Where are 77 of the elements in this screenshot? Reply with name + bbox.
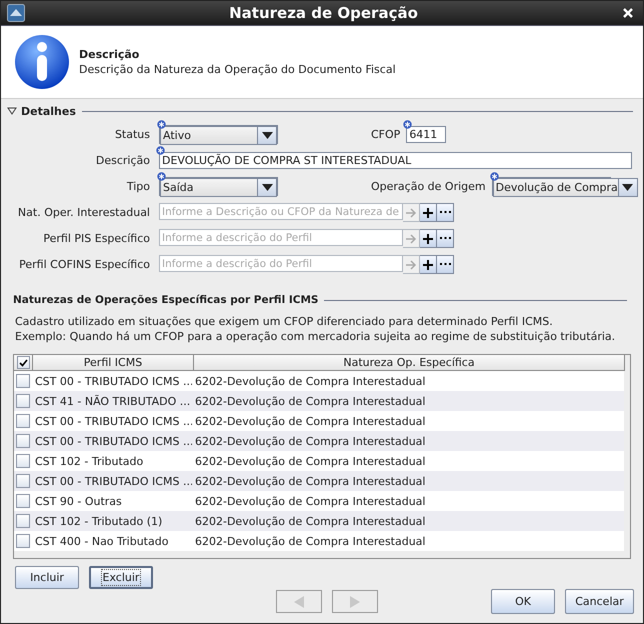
row-checkbox[interactable]	[16, 394, 30, 408]
row-checkbox[interactable]	[16, 434, 30, 448]
table-cell-text: CST 00 - TRIBUTADO ICMS ...	[34, 474, 192, 488]
table-cell-text: CST 00 - TRIBUTADO ICMS ...	[34, 414, 192, 428]
table-cell-text: 6202-Devolução de Compra Interestadual	[194, 494, 426, 508]
dialog-button[interactable]: Cancelar	[565, 589, 634, 614]
header-title: Descrição	[79, 48, 140, 61]
row-checkbox[interactable]	[16, 494, 30, 508]
column-header[interactable]: Perfil ICMS	[33, 355, 194, 370]
more-button[interactable]	[437, 255, 454, 274]
table-cell-text: 6202-Devolução de Compra Interestadual	[194, 394, 426, 408]
field-label: Tipo	[126, 180, 150, 193]
arrow-icon	[405, 234, 417, 244]
table-cell-text: CST 102 - Tributado	[34, 454, 144, 468]
arrow-icon	[405, 208, 417, 218]
arrow-icon	[405, 260, 417, 270]
table-cell-text: 6202-Devolução de Compra Interestadual	[194, 434, 426, 448]
field-label: CFOP	[371, 128, 400, 141]
section-title[interactable]: Detalhes	[21, 104, 76, 118]
table-cell-text: 6202-Devolução de Compra Interestadual	[194, 414, 426, 428]
window-title: Natureza de Operação	[228, 4, 419, 22]
more-button[interactable]	[437, 203, 454, 222]
dropdown-arrow-icon	[622, 184, 634, 191]
plus-icon	[423, 234, 433, 244]
dropdown[interactable]: Saída	[160, 178, 277, 197]
table-cell-text: CST 00 - TRIBUTADO ICMS ...	[34, 434, 192, 448]
description-text: Cadastro utilizado em situações que exigem um CFOP diferenciado para determinado Perfil ICMS. Exemplo: Quando há um CFOP para a operação com mercadoria sujeita ao regime de substituição tributária.	[15, 314, 616, 344]
row-checkbox[interactable]	[16, 374, 30, 388]
table-cell-text: CST 00 - TRIBUTADO ICMS ...	[34, 374, 192, 388]
table-cell-text: 6202-Devolução de Compra Interestadual	[194, 454, 426, 468]
action-button[interactable]: Incluir	[15, 566, 79, 589]
plus-icon	[423, 260, 433, 270]
table-cell-text: 6202-Devolução de Compra Interestadual	[194, 474, 426, 488]
field-label: Perfil COFINS Específico	[18, 258, 150, 271]
header-subtitle: Descrição da Natureza da Operação do Documento Fiscal	[79, 63, 396, 76]
action-button[interactable]: Excluir	[89, 566, 153, 589]
row-checkbox[interactable]	[16, 514, 30, 528]
text-field[interactable]: DEVOLUÇÃO DE COMPRA ST INTERESTADUAL	[159, 152, 632, 169]
table-cell-text: 6202-Devolução de Compra Interestadual	[194, 374, 426, 388]
field-label: Perfil PIS Específico	[42, 232, 150, 245]
table-cell-text: CST 41 - NÃO TRIBUTADO ...	[34, 394, 192, 408]
info-icon	[14, 34, 70, 90]
table-cell-text: CST 400 - Nao Tributado	[34, 534, 170, 548]
close-icon[interactable]	[622, 7, 634, 19]
left-arrow-icon	[294, 596, 304, 608]
dropdown[interactable]: Ativo	[160, 126, 277, 145]
ellipsis-icon	[440, 237, 450, 240]
field-label: Operação de Origem	[371, 180, 486, 193]
row-checkbox[interactable]	[16, 454, 30, 468]
collapse-icon[interactable]	[7, 107, 17, 115]
field-label: Descrição	[94, 154, 150, 167]
row-checkbox[interactable]	[16, 414, 30, 428]
app-icon[interactable]	[7, 4, 25, 22]
ellipsis-icon	[440, 263, 450, 266]
dropdown-arrow-icon	[262, 184, 272, 191]
select-all-checkbox[interactable]	[16, 356, 30, 369]
field-label: Status	[114, 128, 150, 141]
plus-icon	[423, 208, 433, 218]
table-cell-text: 6202-Devolução de Compra Interestadual	[194, 514, 426, 528]
add-button[interactable]	[420, 203, 437, 222]
dropdown[interactable]: Devolução de Compra	[492, 178, 638, 197]
add-button[interactable]	[420, 255, 437, 274]
dialog-button[interactable]: OK	[491, 589, 555, 614]
dropdown-arrow-icon	[262, 132, 272, 139]
table-cell-text: 6202-Devolução de Compra Interestadual	[194, 534, 426, 548]
more-button[interactable]	[437, 229, 454, 248]
section-title: Naturezas de Operações Específicas por Perfil ICMS	[13, 294, 318, 306]
ellipsis-icon	[440, 211, 450, 214]
table-cell-text: CST 90 - Outras	[34, 494, 123, 508]
text-field[interactable]: 6411	[406, 126, 446, 143]
row-checkbox[interactable]	[16, 534, 30, 548]
table-cell-text: CST 102 - Tributado (1)	[34, 514, 164, 528]
right-arrow-icon	[350, 596, 360, 608]
column-header[interactable]: Natureza Op. Específica	[194, 355, 625, 370]
field-label: Nat. Oper. Interestadual	[16, 206, 150, 219]
add-button[interactable]	[420, 229, 437, 248]
row-checkbox[interactable]	[16, 474, 30, 488]
